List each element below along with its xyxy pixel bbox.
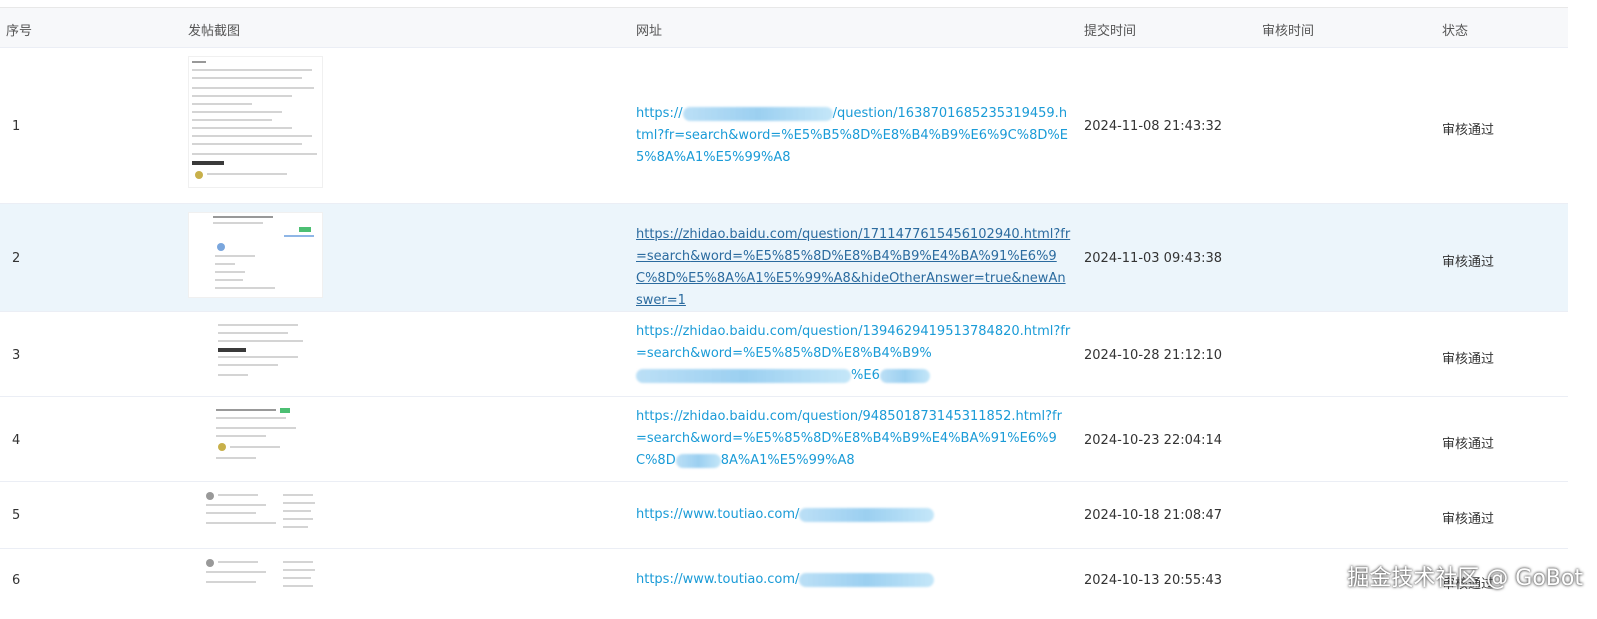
- submit-time: 2024-10-28 21:12:10: [1084, 348, 1223, 363]
- redacted-url-segment: [799, 572, 935, 587]
- redacted-url-segment: [675, 453, 721, 468]
- post-screenshot-thumbnail[interactable]: [188, 557, 321, 605]
- header-review-time: 审核时间: [1262, 24, 1315, 39]
- header-screenshot: 发帖截图: [188, 24, 241, 39]
- post-url-link[interactable]: https://www.toutiao.com/: [636, 572, 935, 587]
- post-url[interactable]: https://zhidao.baidu.com/question/139462…: [636, 321, 1072, 387]
- table-row[interactable]: 3 https://zhidao.baidu.com/question/1394…: [0, 312, 1568, 397]
- post-url[interactable]: https://www.toutiao.com/: [636, 569, 1072, 591]
- post-url[interactable]: https://zhidao.baidu.com/question/948501…: [636, 406, 1072, 472]
- row-index: 6: [12, 573, 21, 588]
- row-index: 2: [12, 251, 21, 266]
- table-row[interactable]: 5 https://www.toutiao.com/ 2024-10-18 21…: [0, 482, 1568, 549]
- redacted-url-segment: [799, 507, 935, 522]
- status-text: 审核通过: [1442, 512, 1495, 527]
- post-screenshot-thumbnail[interactable]: [188, 212, 323, 298]
- status-text: 审核通过: [1442, 352, 1495, 367]
- watermark-text: 掘金技术社区 @ GoBot: [1347, 566, 1583, 591]
- table-row[interactable]: 1 https:///question/1638701685235319459.…: [0, 48, 1568, 204]
- post-url-link[interactable]: https://zhidao.baidu.com/question/171147…: [636, 227, 1070, 308]
- post-url-link[interactable]: https://www.toutiao.com/: [636, 507, 935, 522]
- row-index: 5: [12, 508, 21, 523]
- post-screenshot-thumbnail[interactable]: [188, 405, 308, 467]
- header-status: 状态: [1442, 24, 1469, 39]
- status-text: 审核通过: [1442, 437, 1495, 452]
- post-url-link[interactable]: https:///question/1638701685235319459.ht…: [636, 106, 1068, 165]
- post-screenshot-thumbnail[interactable]: [188, 320, 308, 382]
- submit-time: 2024-11-03 09:43:38: [1084, 251, 1223, 266]
- post-screenshot-thumbnail[interactable]: [188, 490, 321, 538]
- submit-time: 2024-10-18 21:08:47: [1084, 508, 1223, 523]
- redacted-url-segment: [636, 368, 851, 383]
- post-url-link[interactable]: https://zhidao.baidu.com/question/139462…: [636, 324, 1070, 383]
- table-row[interactable]: 2 https://zhidao.baidu.com/question/1711…: [0, 204, 1568, 312]
- post-url[interactable]: https://www.toutiao.com/: [636, 504, 1072, 526]
- row-index: 4: [12, 433, 21, 448]
- row-index: 1: [12, 119, 21, 134]
- post-url-link[interactable]: https://zhidao.baidu.com/question/948501…: [636, 409, 1062, 468]
- submit-time: 2024-11-08 21:43:32: [1084, 119, 1223, 134]
- table-header: 序号 发帖截图 网址 提交时间 审核时间 状态: [0, 8, 1568, 48]
- post-url[interactable]: https://zhidao.baidu.com/question/171147…: [636, 224, 1072, 312]
- row-index: 3: [12, 348, 21, 363]
- redacted-url-segment: [879, 368, 930, 383]
- submit-time: 2024-10-23 22:04:14: [1084, 433, 1223, 448]
- post-screenshot-thumbnail[interactable]: [188, 56, 323, 188]
- table-row[interactable]: 6 https://www.toutiao.com/ 2024-10-13 20…: [0, 549, 1568, 619]
- table-row[interactable]: 4 https://zhidao.baidu.com/question/9485…: [0, 397, 1568, 482]
- status-text: 审核通过: [1442, 255, 1495, 270]
- submit-time: 2024-10-13 20:55:43: [1084, 573, 1223, 588]
- redacted-url-segment: [682, 106, 833, 121]
- header-url: 网址: [636, 24, 663, 39]
- submissions-table: 序号 发帖截图 网址 提交时间 审核时间 状态 1 https:///quest: [0, 7, 1568, 619]
- header-submit-time: 提交时间: [1084, 24, 1137, 39]
- post-url[interactable]: https:///question/1638701685235319459.ht…: [636, 103, 1072, 169]
- status-text: 审核通过: [1442, 123, 1495, 138]
- header-index: 序号: [6, 24, 33, 39]
